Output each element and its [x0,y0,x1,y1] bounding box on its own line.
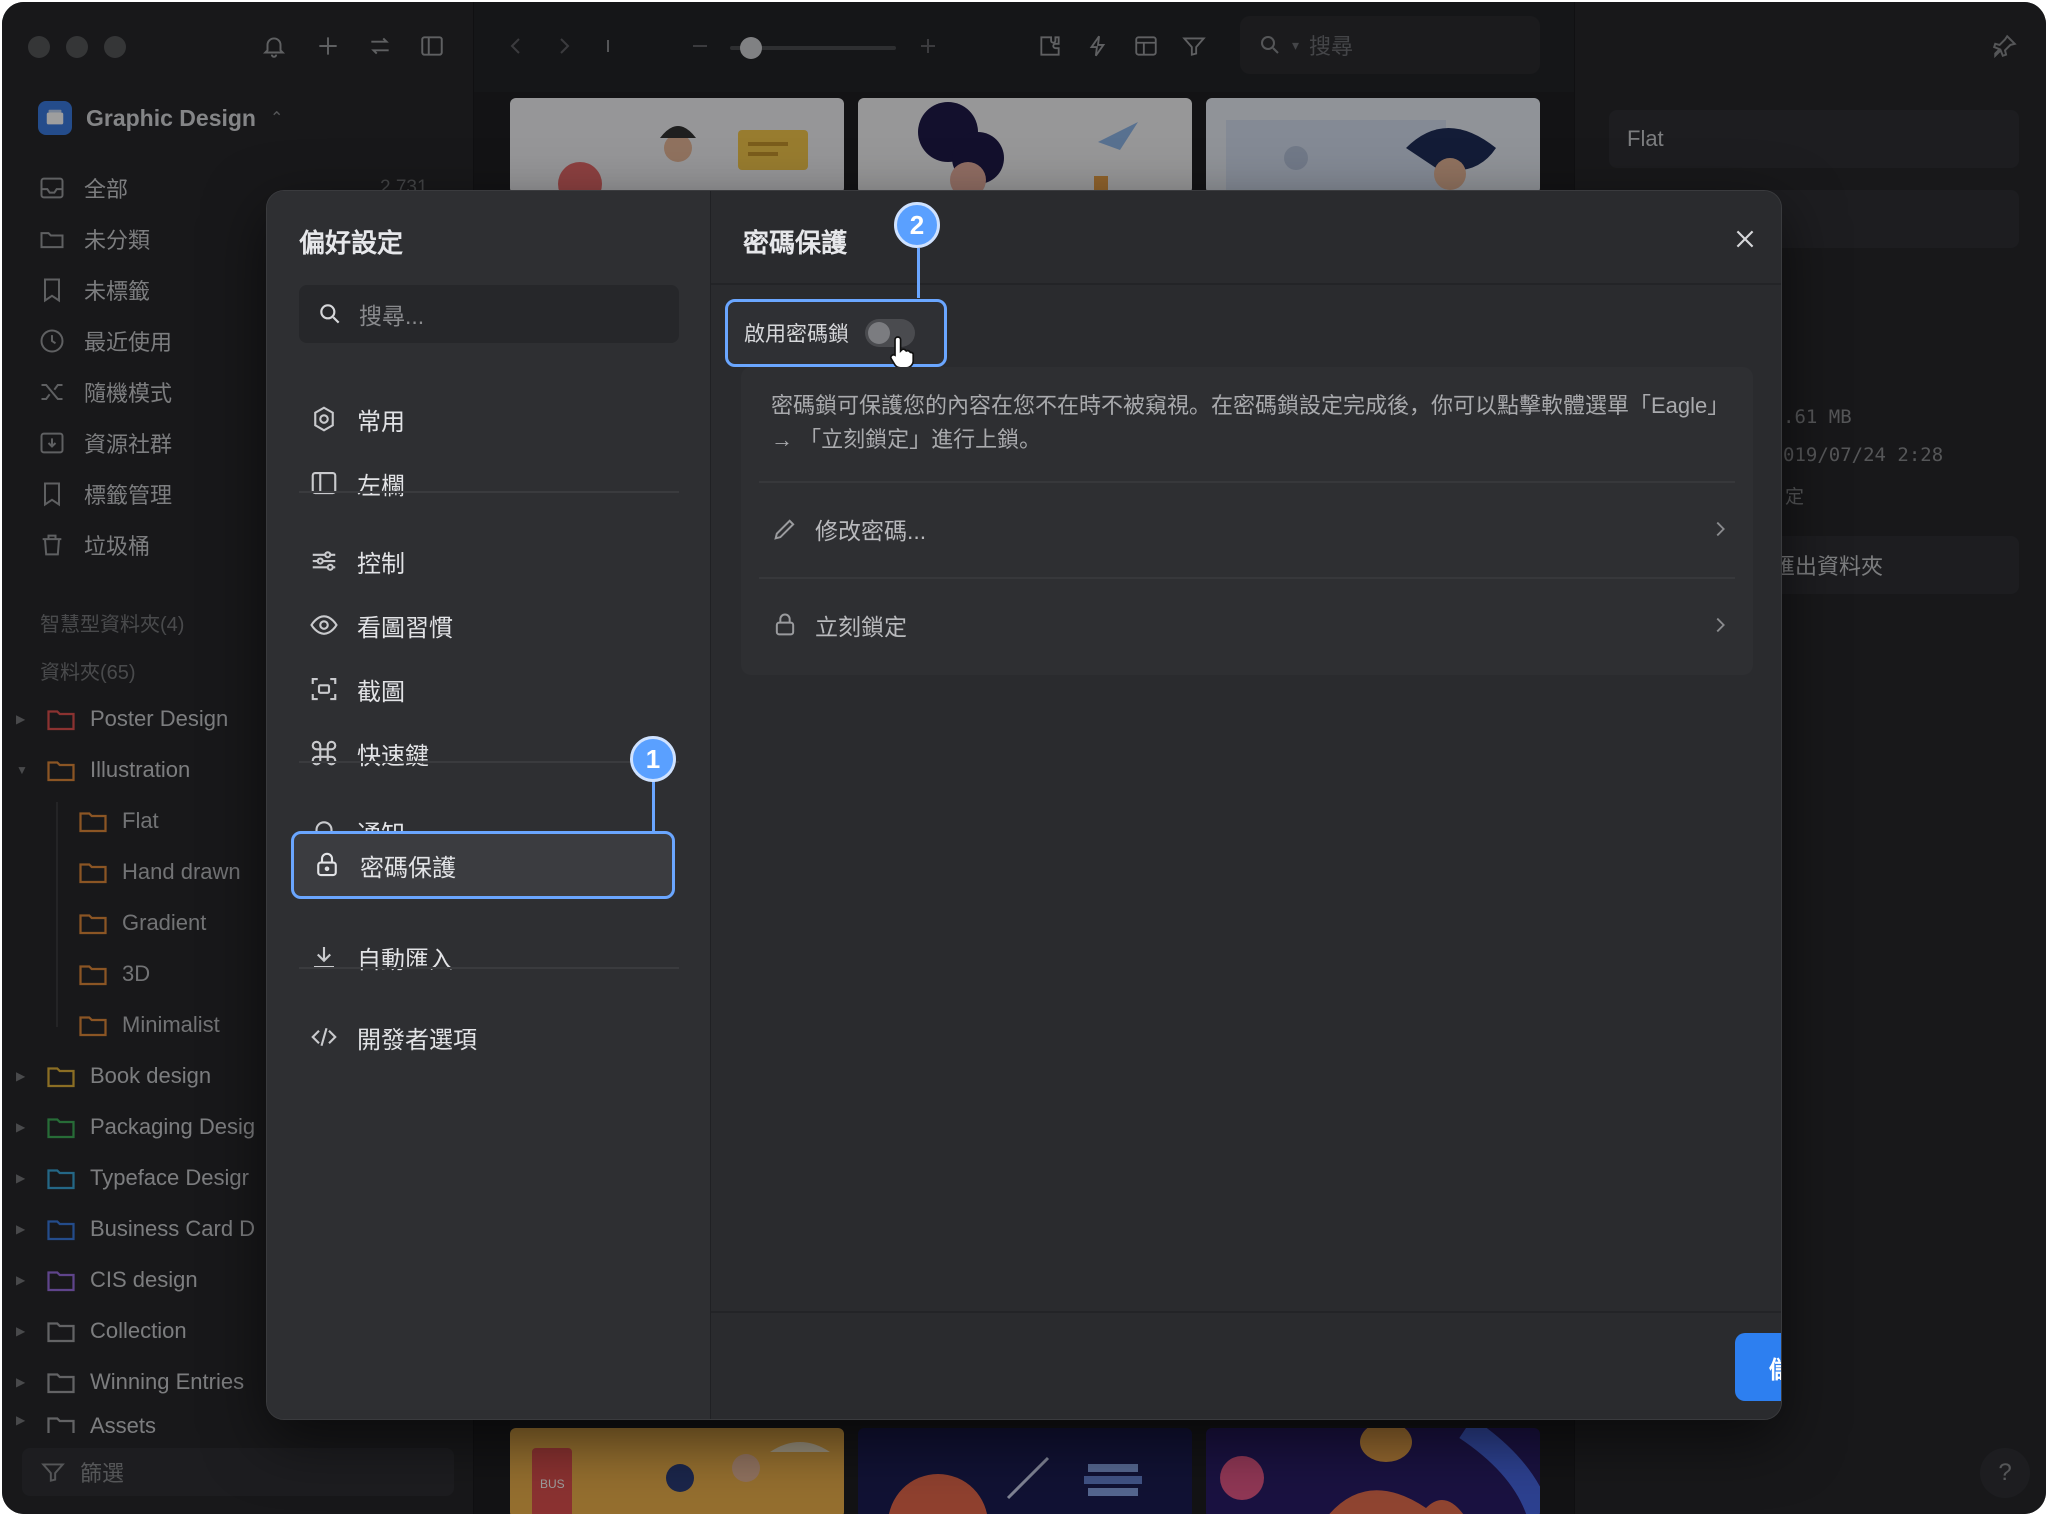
toggle-knob [868,322,890,344]
sliders-icon [312,551,336,571]
pref-item-controls[interactable]: 控制 [291,529,675,593]
toggle-label: 啟用密碼鎖 [744,323,849,346]
pref-item-viewing[interactable]: 看圖習慣 [291,593,675,657]
pref-item-label: 控制 [357,550,405,578]
pref-item-general[interactable]: 常用 [291,387,675,451]
pref-item-label: 快速鍵 [357,742,429,770]
screenshot-icon [311,677,337,701]
pref-item-screenshot[interactable]: 截圖 [291,657,675,721]
pref-item-sidebar[interactable]: 左欄 [291,451,675,515]
step-marker-2: 2 [894,202,940,248]
password-info-card: 密碼鎖可保護您的內容在您不在時不被窺視。在密碼鎖設定完成後，你可以點擊軟體選單「… [741,367,1753,675]
password-settings-panel: 密碼保護 啟用密碼鎖 密碼鎖可保護您的內容在您不在時不被窺視。在密碼鎖設定完成後… [711,191,1781,1419]
title-divider [711,283,1781,285]
info-divider [759,577,1735,579]
change-password-row[interactable]: 修改密碼... [771,497,1731,561]
hand-cursor-icon [889,336,915,368]
marker-connector [917,248,920,298]
sidebar-icon [311,471,337,495]
app-window: Graphic Design ⌃ 全部 2,731 未分類 未標籤 最近使用 隨… [2,2,2046,1514]
pref-item-label: 截圖 [357,678,405,706]
enable-password-lock-row[interactable]: 啟用密碼鎖 [725,299,947,368]
pencil-icon [774,519,795,540]
pref-item-label: 密碼保護 [360,854,456,882]
close-button[interactable] [1727,221,1763,257]
lock-icon [317,852,337,877]
gear-icon [314,406,334,432]
pref-item-developer[interactable]: 開發者選項 [291,1005,675,1069]
pref-divider [299,761,679,763]
pref-divider [299,491,679,493]
footer-divider [711,1311,1781,1313]
preferences-dialog: 偏好設定 搜尋... 常用 左欄 控制 看圖習慣 截圖 快速鍵 密碼保護 自動匯… [266,190,1782,1420]
chevron-right-icon [1716,617,1725,633]
pref-item-label: 看圖習慣 [357,614,453,642]
pref-item-label: 左欄 [357,472,405,500]
step-marker-1: 1 [630,736,676,782]
pref-item-auto-import[interactable]: 自動匯入 [291,925,675,989]
info-divider [759,481,1735,483]
command-icon [311,740,337,766]
preferences-search-placeholder: 搜尋... [359,303,425,329]
pref-item-shortcuts[interactable]: 快速鍵 [291,721,675,785]
pref-divider [299,967,679,969]
pref-item-label: 開發者選項 [357,1026,477,1054]
change-password-label: 修改密碼... [815,518,927,544]
chevron-right-icon [1716,521,1725,537]
panel-title: 密碼保護 [743,228,848,258]
eye-icon [310,615,338,635]
pref-item-label: 常用 [357,408,405,436]
lock-icon [775,613,795,636]
close-icon [1736,230,1754,248]
preferences-sidebar: 偏好設定 搜尋... 常用 左欄 控制 看圖習慣 截圖 快速鍵 密碼保護 自動匯… [267,191,711,1419]
search-icon [320,304,340,324]
preferences-search-input[interactable]: 搜尋... [299,285,679,343]
code-icon [311,1027,337,1047]
password-description: 密碼鎖可保護您的內容在您不在時不被窺視。在密碼鎖設定完成後，你可以點擊軟體選單「… [771,393,1730,452]
pref-item-password[interactable]: 密碼保護 [291,831,675,899]
preferences-title: 偏好設定 [299,228,404,258]
save-settings-button[interactable]: 儲存設定 [1735,1333,1781,1401]
pref-item-label: 自動匯入 [357,946,453,974]
marker-connector [652,780,655,832]
lock-now-row[interactable]: 立刻鎖定 [771,593,1731,657]
lock-now-label: 立刻鎖定 [815,614,907,640]
